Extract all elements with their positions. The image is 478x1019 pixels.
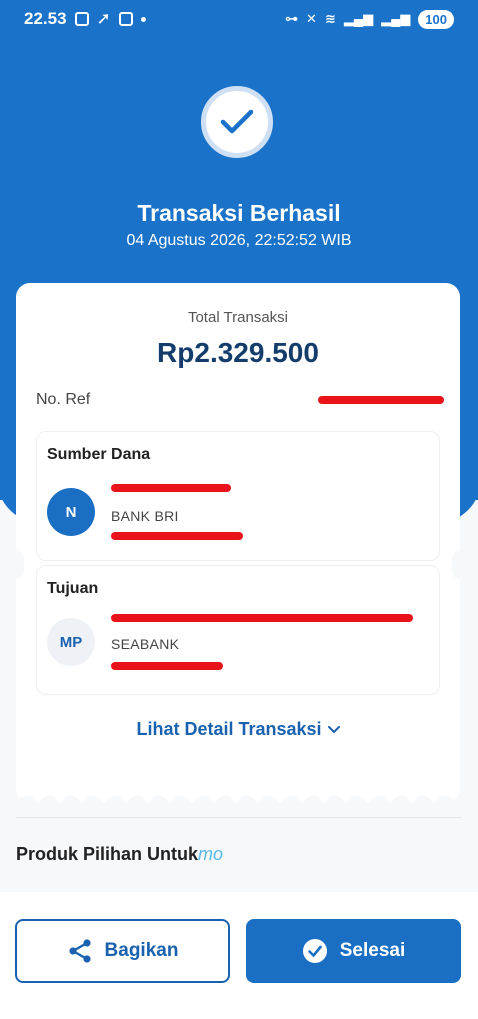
destination-bank: SEABANK (111, 636, 180, 652)
signal-icon: ▂▄▆ (381, 11, 411, 26)
wifi-icon: ≋ (324, 11, 336, 26)
card-wave-edge (16, 785, 460, 803)
page-title: Transaksi Berhasil (137, 200, 341, 226)
promo-brand: mo (198, 844, 224, 864)
promo-title: Produk Pilihan Untukmo (16, 844, 223, 865)
share-label: Bagikan (104, 940, 179, 961)
notification-icon (118, 12, 133, 26)
mute-icon: ✕ (306, 11, 317, 26)
redaction-mark (111, 532, 243, 540)
status-bar: 22.53 ➚ ⊶ ✕ ≋ ▂▄▆ ▂▄▆ 100 (0, 0, 478, 38)
promo-title-text: Produk Pilihan Untuk (16, 844, 199, 864)
destination-title: Tujuan (47, 580, 99, 597)
signal-icon: ▂▄▆ (343, 11, 374, 26)
battery-indicator: 100 (418, 9, 454, 29)
source-panel: Sumber Dana N BANK BRI (36, 431, 440, 561)
notification-icon (74, 12, 89, 26)
key-icon: ⊶ (285, 11, 299, 26)
destination-panel: Tujuan MP SEABANK (36, 565, 440, 695)
view-detail-link[interactable]: Lihat Detail Transaksi (16, 719, 460, 740)
view-detail-label: Lihat Detail Transaksi (136, 719, 322, 739)
share-icon (68, 939, 91, 963)
check-circle-icon (302, 939, 327, 963)
redaction-mark (111, 662, 223, 670)
transaction-datetime: 04 Agustus 2026, 22:52:52 WIB (126, 232, 352, 249)
done-button[interactable]: Selesai (246, 919, 461, 983)
status-time: 22.53 (24, 9, 67, 28)
source-avatar: N (47, 488, 95, 536)
success-badge (201, 86, 273, 158)
ref-label: No. Ref (36, 391, 91, 408)
notification-arrow-icon: ➚ (96, 9, 111, 28)
redaction-mark (111, 484, 231, 492)
receipt-card: Total Transaksi Rp2.329.500 No. Ref Sumb… (16, 283, 460, 803)
more-notifications-icon (140, 16, 146, 22)
redaction-mark (111, 614, 413, 622)
redaction-mark (318, 396, 444, 404)
total-label: Total Transaksi (187, 309, 289, 326)
source-title: Sumber Dana (47, 446, 151, 463)
card-notch (16, 551, 24, 579)
share-button[interactable]: Bagikan (15, 919, 230, 983)
chevron-down-icon (327, 725, 340, 733)
card-notch (452, 551, 460, 579)
divider (16, 817, 462, 818)
home-indicator (0, 1012, 478, 1019)
total-amount: Rp2.329.500 (157, 337, 319, 368)
done-label: Selesai (339, 940, 406, 961)
source-bank: BANK BRI (111, 508, 179, 524)
destination-avatar: MP (47, 618, 95, 666)
checkmark-icon (220, 109, 254, 134)
